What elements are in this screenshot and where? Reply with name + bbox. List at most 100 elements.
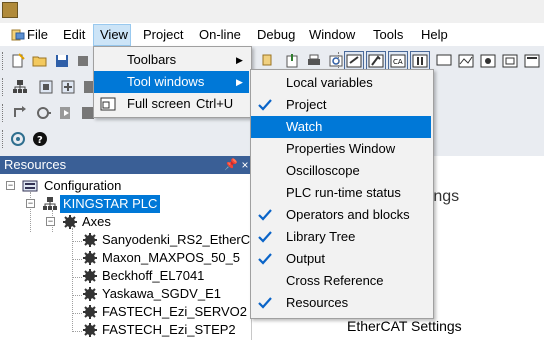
menu-item-label: Operators and blocks	[286, 207, 410, 222]
configuration-icon	[22, 180, 38, 192]
tool-window-item[interactable]: Library Tree	[251, 226, 431, 248]
trend-icon[interactable]	[456, 51, 476, 71]
tree-node-axis[interactable]: Sanyodenki_RS2_EtherCAT	[0, 231, 266, 249]
print-preview-icon[interactable]	[326, 51, 346, 71]
resources-tree: − Configuration − KINGSTAR PLC − Axes Sa…	[0, 174, 266, 340]
stop-icon[interactable]	[34, 103, 54, 123]
tree-label-axis: FASTECH_Ezi_SERVO2	[102, 304, 247, 319]
tree-label-axis: FASTECH_Ezi_STEP2	[102, 322, 236, 337]
toolbar-grip[interactable]	[2, 52, 6, 70]
submenu-arrow-icon: ▶	[236, 55, 243, 65]
window-layout-3-icon[interactable]: CA	[388, 51, 408, 71]
plc-icon	[43, 197, 57, 210]
menu-tools[interactable]: Tools	[367, 24, 409, 46]
app-icon	[2, 2, 18, 18]
tool-window-item[interactable]: PLC run-time status	[251, 182, 431, 204]
menu-item-label: Watch	[286, 119, 323, 134]
tree-node-plc[interactable]: − KINGSTAR PLC	[0, 195, 252, 213]
import-icon[interactable]	[282, 51, 302, 71]
tool-window-item[interactable]: Oscilloscope	[251, 160, 431, 182]
menu-project[interactable]: Project	[137, 24, 189, 46]
tree-node-axis[interactable]: FASTECH_Ezi_STEP2	[0, 321, 252, 339]
build-all-icon[interactable]	[58, 77, 78, 97]
menu-item-shortcut: Ctrl+U	[196, 96, 234, 111]
menu-view[interactable]: View	[93, 24, 131, 46]
resources-panel-header: Resources 📌 ×	[0, 156, 252, 174]
open-icon[interactable]	[30, 51, 50, 71]
print-icon[interactable]	[304, 51, 324, 71]
toolbar-grip[interactable]	[2, 130, 6, 148]
check-icon	[258, 253, 272, 265]
view-menu-item-toolbars[interactable]: Toolbars ▶	[94, 49, 249, 71]
menu-item-label: Output	[286, 251, 326, 266]
tree-node-axis[interactable]: Yaskawa_SGDV_E1	[0, 285, 252, 303]
toolbar-partial-icon[interactable]	[74, 51, 94, 71]
tool-window-item[interactable]: Watch	[251, 116, 431, 138]
tool-window-item[interactable]: Properties Window	[251, 138, 431, 160]
tree-label-plc: KINGSTAR PLC	[60, 195, 161, 213]
build-icon[interactable]	[36, 77, 56, 97]
toolbar-grip[interactable]	[2, 78, 6, 96]
tool-windows-menu: Local variables Project Watch Properties…	[250, 69, 434, 319]
menu-online[interactable]: On-line	[193, 24, 247, 46]
menu-debug[interactable]: Debug	[251, 24, 301, 46]
network-icon[interactable]	[10, 77, 30, 97]
collapse-icon[interactable]: −	[26, 199, 35, 208]
tree-label-axis: Sanyodenki_RS2_EtherCAT	[102, 232, 266, 247]
settings-window-icon[interactable]	[478, 51, 498, 71]
check-icon	[258, 99, 272, 111]
tool-window-item[interactable]: Local variables	[251, 72, 431, 94]
copy-icon[interactable]	[258, 51, 278, 71]
toolbar-grip[interactable]	[2, 104, 6, 122]
window-layout-1-icon[interactable]	[344, 51, 364, 71]
window-max-icon[interactable]	[522, 51, 542, 71]
check-icon	[258, 209, 272, 221]
monitor-icon[interactable]	[434, 51, 454, 71]
view-menu-item-full-screen[interactable]: Full screen Ctrl+U	[94, 93, 249, 115]
window-tile-icon[interactable]	[500, 51, 520, 71]
axis-gear-icon	[83, 269, 97, 283]
axis-gear-icon	[83, 233, 97, 247]
tree-label-axes: Axes	[82, 214, 111, 229]
help-icon[interactable]: ?	[30, 129, 50, 149]
axis-gear-icon	[83, 287, 97, 301]
view-menu-item-tool-windows[interactable]: Tool windows ▶	[94, 71, 249, 93]
check-icon	[258, 231, 272, 243]
submenu-arrow-icon: ▶	[236, 77, 243, 87]
menu-help[interactable]: Help	[415, 24, 454, 46]
menu-item-label: Properties Window	[286, 141, 396, 156]
full-screen-icon	[100, 97, 116, 111]
axis-gear-icon	[83, 323, 97, 337]
tree-node-axis[interactable]: Beckhoff_EL7041	[0, 267, 252, 285]
window-layout-4-icon[interactable]	[410, 51, 430, 71]
tree-label-axis: Maxon_MAXPOS_50_5	[102, 250, 241, 265]
menu-item-label: Cross Reference	[286, 273, 384, 288]
menu-edit[interactable]: Edit	[57, 24, 91, 46]
tool-window-item[interactable]: Output	[251, 248, 431, 270]
menu-item-label: Oscilloscope	[286, 163, 360, 178]
new-project-icon[interactable]	[8, 51, 28, 71]
pin-icon[interactable]: 📌	[224, 157, 238, 173]
save-icon[interactable]	[52, 51, 72, 71]
window-layout-2-icon[interactable]	[366, 51, 386, 71]
tool-window-item[interactable]: Cross Reference	[251, 270, 431, 292]
tree-node-axes[interactable]: − Axes	[0, 213, 252, 231]
run-icon[interactable]	[56, 103, 76, 123]
resources-panel-title: Resources	[4, 157, 67, 172]
online-connect-icon[interactable]	[8, 129, 28, 149]
tree-node-axis[interactable]: FASTECH_Ezi_SERVO2	[0, 303, 252, 321]
collapse-icon[interactable]: −	[6, 181, 15, 190]
toolbar-grip[interactable]	[338, 52, 342, 70]
menu-window[interactable]: Window	[303, 24, 361, 46]
tree-node-configuration[interactable]: − Configuration	[0, 177, 252, 195]
svg-text:?: ?	[37, 135, 43, 146]
tree-label-axis: Yaskawa_SGDV_E1	[102, 286, 221, 301]
collapse-icon[interactable]: −	[46, 217, 55, 226]
menu-file[interactable]: File	[21, 24, 54, 46]
tool-window-item[interactable]: Operators and blocks	[251, 204, 431, 226]
step-over-icon[interactable]	[10, 103, 30, 123]
menu-item-label: Tool windows	[127, 74, 205, 89]
tool-window-item[interactable]: Project	[251, 94, 431, 116]
tree-node-axis[interactable]: Maxon_MAXPOS_50_5	[0, 249, 252, 267]
tool-window-item[interactable]: Resources	[251, 292, 431, 314]
